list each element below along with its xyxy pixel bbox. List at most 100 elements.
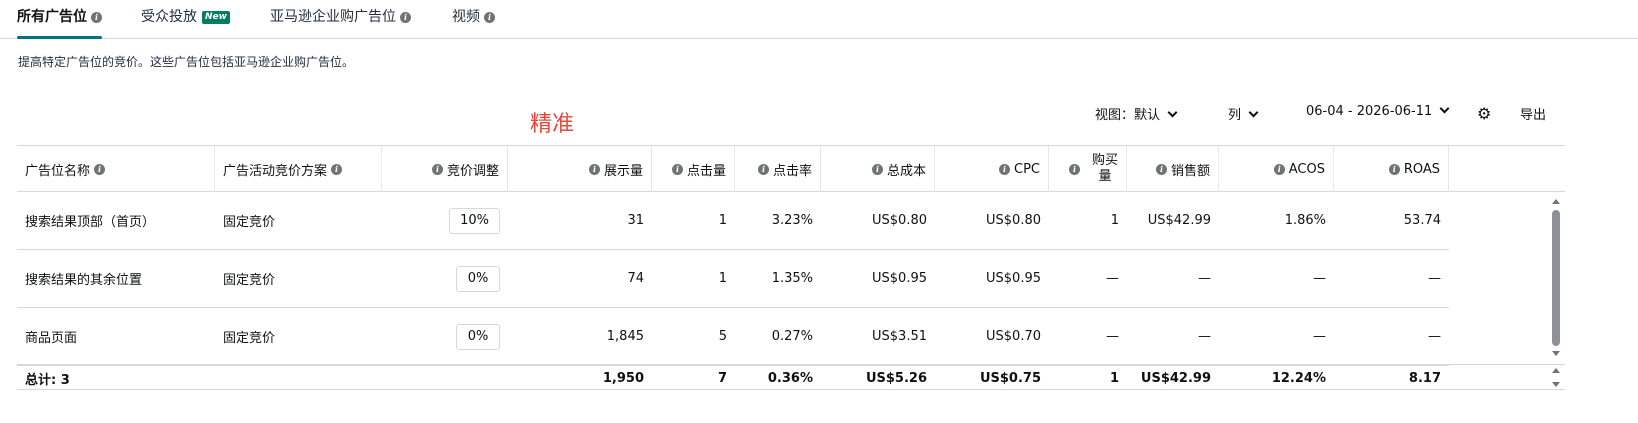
gear-icon[interactable]: ⚙ <box>1477 106 1491 122</box>
info-icon[interactable]: i <box>999 163 1010 175</box>
totals-row: 总计: 3 1,950 7 0.36% US$5.26 US$0.75 1 US… <box>17 364 1565 390</box>
tab-label: 受众投放 <box>141 9 197 25</box>
cell-cpc: US$0.70 <box>986 329 1041 344</box>
header-roas[interactable]: i ROAS <box>1334 146 1449 192</box>
cell-placement: 搜索结果顶部（首页） <box>25 215 156 230</box>
table-row: 搜索结果的其余位置 固定竞价 0% 74 1 1.35% US$0.95 US$… <box>17 250 1449 308</box>
scroll-up-arrow-icon[interactable] <box>1552 368 1560 373</box>
info-icon[interactable]: i <box>400 12 411 23</box>
scroll-down-arrow-icon[interactable] <box>1552 351 1560 356</box>
cell-roas: — <box>1428 271 1441 286</box>
cell-strategy: 固定竞价 <box>223 273 276 288</box>
info-icon[interactable]: i <box>331 163 343 175</box>
info-icon[interactable]: i <box>757 163 769 175</box>
scroll-down-arrow-icon[interactable] <box>1552 382 1560 387</box>
info-icon[interactable]: i <box>1273 163 1285 175</box>
info-icon[interactable]: i <box>1388 163 1400 175</box>
cell-roas: — <box>1428 329 1441 344</box>
header-sales[interactable]: i 销售额 <box>1127 146 1219 192</box>
cell-acos: 1.86% <box>1284 213 1326 228</box>
new-badge: New <box>202 11 230 24</box>
header-label: 展示量 <box>603 163 643 179</box>
date-range-picker[interactable]: 06-04 - 2026-06-11 <box>1306 103 1450 119</box>
table-header: 广告位名称 i 广告活动竞价方案 i i 竞价调整 i 展示量 i 点击量 i 点击率 i总… <box>17 145 1565 192</box>
cell-impressions: 31 <box>627 213 644 228</box>
header-label: 竞价调整 <box>446 163 499 179</box>
cell-acos: — <box>1313 271 1326 286</box>
cell-sales: US$42.99 <box>1147 213 1211 228</box>
cell-roas: 53.74 <box>1403 213 1441 228</box>
cell-placement: 商品页面 <box>25 331 78 346</box>
header-label: 点击量 <box>686 163 726 179</box>
bid-adjust-input[interactable]: 0% <box>456 323 500 350</box>
tab-business-placements[interactable]: 亚马逊企业购广告位 i <box>270 6 411 39</box>
columns-label: 列 <box>1228 108 1242 123</box>
cell-orders: — <box>1106 271 1119 286</box>
header-spend[interactable]: i 总成本 <box>821 146 935 192</box>
info-icon[interactable]: i <box>1068 163 1080 175</box>
header-cpc[interactable]: i CPC <box>935 146 1049 192</box>
export-button[interactable]: 导出 <box>1520 104 1546 123</box>
header-acos[interactable]: i ACOS <box>1219 146 1334 192</box>
header-clicks[interactable]: i 点击量 <box>652 146 735 192</box>
info-icon[interactable]: i <box>484 12 495 23</box>
scroll-up-arrow-icon[interactable] <box>1552 199 1560 204</box>
table-scrollbar[interactable] <box>1548 196 1562 360</box>
header-bid-adjust[interactable]: i 竞价调整 <box>382 146 508 192</box>
page-description: 提高特定广告位的竞价。这些广告位包括亚马逊企业购广告位。 <box>18 55 355 69</box>
header-label: ROAS <box>1403 161 1440 177</box>
cell-strategy: 固定竞价 <box>223 215 276 230</box>
cell-impressions: 1,845 <box>606 329 644 344</box>
bid-adjust-input[interactable]: 10% <box>449 207 500 234</box>
header-label-stack: 购买量 <box>1092 153 1118 185</box>
header-label: 总成本 <box>886 163 926 179</box>
cell-sales: — <box>1198 329 1211 344</box>
header-placement[interactable]: 广告位名称 i <box>17 146 215 192</box>
tab-video[interactable]: 视频 i <box>452 6 495 39</box>
tab-label: 亚马逊企业购广告位 <box>270 9 396 25</box>
cell-bid-adjust: 0% <box>382 250 508 307</box>
header-orders[interactable]: i 购买量 <box>1049 146 1127 192</box>
cell-ctr: 1.35% <box>771 271 813 286</box>
date-range-label: 06-04 - 2026-06-11 <box>1306 104 1433 119</box>
bid-adjust-input[interactable]: 0% <box>456 265 500 292</box>
info-icon[interactable]: i <box>588 163 600 175</box>
cell-ctr: 0.27% <box>771 329 813 344</box>
totals-label: 总计: 3 <box>25 372 70 388</box>
info-icon[interactable]: i <box>431 163 443 175</box>
chevron-down-icon <box>1167 107 1178 118</box>
total-acos: 12.24% <box>1271 370 1326 386</box>
scroll-thumb[interactable] <box>1552 210 1560 346</box>
totals-scrollbar[interactable] <box>1548 366 1562 392</box>
header-ctr[interactable]: i 点击率 <box>735 146 821 192</box>
columns-dropdown[interactable]: 列 <box>1228 104 1259 123</box>
total-impressions: 1,950 <box>602 370 644 386</box>
header-strategy[interactable]: 广告活动竞价方案 i <box>215 146 382 192</box>
total-roas: 8.17 <box>1408 370 1441 386</box>
info-icon[interactable]: i <box>671 163 683 175</box>
cell-cpc: US$0.80 <box>986 213 1041 228</box>
tab-audience-targeting[interactable]: 受众投放 New <box>141 6 230 39</box>
annotation-text: 精准 <box>530 112 575 137</box>
header-label: 购买 <box>1091 153 1118 168</box>
cell-spend: US$0.95 <box>872 271 927 286</box>
header-label: ACOS <box>1288 161 1325 177</box>
cell-ctr: 3.23% <box>771 213 813 228</box>
cell-bid-adjust: 0% <box>382 308 508 365</box>
header-label: 点击率 <box>772 163 812 179</box>
cell-impressions: 74 <box>627 271 644 286</box>
info-icon[interactable]: i <box>871 163 883 175</box>
info-icon[interactable]: i <box>91 12 102 23</box>
chevron-down-icon <box>1248 107 1259 118</box>
info-icon[interactable]: i <box>1155 163 1167 175</box>
header-label: 广告位名称 <box>25 163 91 179</box>
cell-spend: US$3.51 <box>872 329 927 344</box>
cell-orders: 1 <box>1110 213 1119 228</box>
tab-all-placements[interactable]: 所有广告位 i <box>17 6 102 39</box>
total-cpc: US$0.75 <box>979 370 1041 386</box>
placement-tabs: 所有广告位 i 受众投放 New 亚马逊企业购广告位 i 视频 i <box>0 0 1638 39</box>
info-icon[interactable]: i <box>94 163 106 175</box>
header-impressions[interactable]: i 展示量 <box>508 146 652 192</box>
table-row: 搜索结果顶部（首页） 固定竞价 10% 31 1 3.23% US$0.80 U… <box>17 192 1449 250</box>
view-dropdown[interactable]: 视图：默认 <box>1095 104 1178 123</box>
